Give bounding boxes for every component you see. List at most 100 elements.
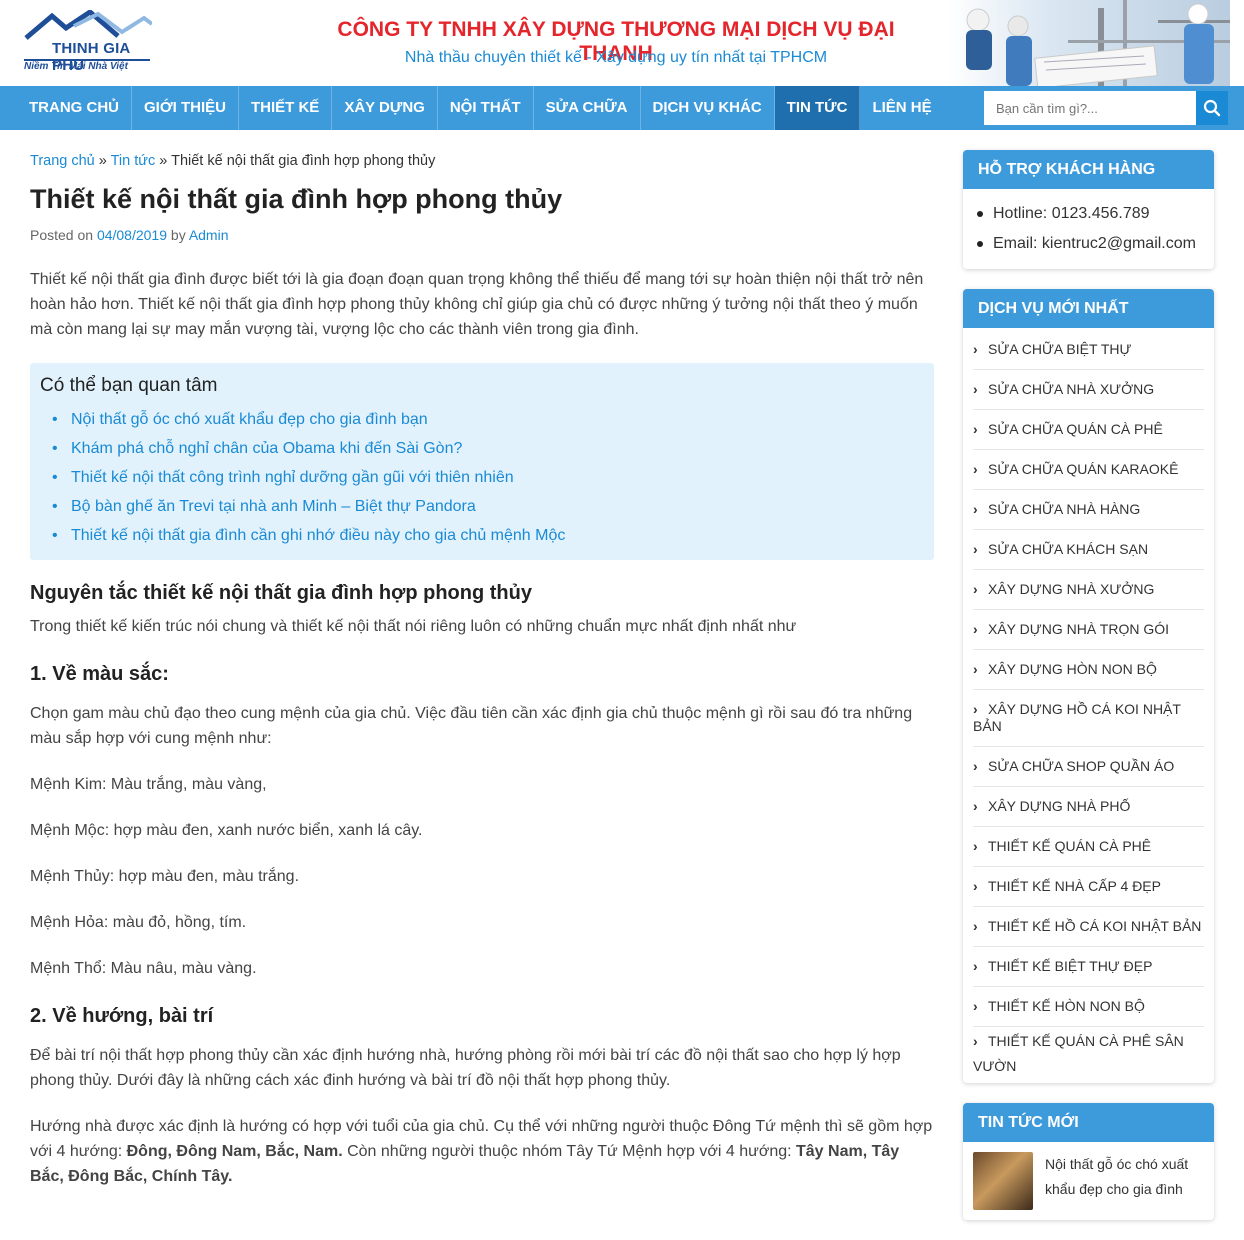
service-label: XÂY DỰNG NHÀ PHỐ: [988, 798, 1131, 814]
chevron-right-icon: ›: [973, 701, 978, 717]
service-item[interactable]: › XÂY DỰNG NHÀ TRỌN GÓI: [973, 610, 1204, 650]
services-list: › SỬA CHỮA BIỆT THỰ › SỬA CHỮA NHÀ XƯỞNG ›…: [963, 328, 1214, 1083]
service-item[interactable]: › XÂY DỰNG NHÀ PHỐ: [973, 787, 1204, 827]
service-item[interactable]: › THIẾT KẾ HÒN NON BỘ: [973, 987, 1204, 1027]
service-label: THIẾT KẾ NHÀ CẤP 4 ĐẸP: [988, 878, 1161, 894]
chevron-right-icon: ›: [973, 501, 978, 517]
chevron-right-icon: ›: [973, 998, 978, 1014]
chevron-right-icon: ›: [973, 581, 978, 597]
service-item[interactable]: › SỬA CHỮA NHÀ XƯỞNG: [973, 370, 1204, 410]
nav-item-about[interactable]: GIỚI THIỆU: [132, 86, 239, 130]
chevron-right-icon: ›: [973, 621, 978, 637]
service-label: XÂY DỰNG NHÀ TRỌN GÓI: [988, 621, 1170, 637]
intro-paragraph: Thiết kế nội thất gia đình được biết tới…: [30, 271, 924, 339]
related-post-link[interactable]: Khám phá chỗ nghỉ chân của Obama khi đến…: [52, 434, 924, 463]
support-widget-title: HỖ TRỢ KHÁCH HÀNG: [963, 150, 1214, 189]
support-widget: HỖ TRỢ KHÁCH HÀNG Hotline: 0123.456.789 …: [963, 150, 1214, 269]
meta-by: by: [167, 227, 189, 244]
service-item[interactable]: › XÂY DỰNG HỒ CÁ KOI NHẬT BẢN: [973, 690, 1204, 747]
element-earth: Mệnh Thổ: Màu nâu, màu vàng.: [30, 960, 257, 978]
section-heading: Nguyên tắc thiết kế nội thất gia đình hợ…: [30, 582, 532, 605]
chevron-right-icon: ›: [973, 1033, 978, 1049]
nav-item-construction[interactable]: XÂY DỰNG: [332, 86, 438, 130]
news-item[interactable]: Nội thất gỗ óc chó xuất khẩu đẹp cho gia…: [963, 1142, 1214, 1220]
breadcrumb: Trang chủ » Tin tức » Thiết kế nội thất …: [30, 153, 934, 169]
nav-item-other-services[interactable]: DỊCH VỤ KHÁC: [641, 86, 775, 130]
element-fire: Mệnh Hỏa: màu đỏ, hồng, tím.: [30, 914, 247, 932]
chevron-right-icon: ›: [973, 541, 978, 557]
nav-item-contact[interactable]: LIÊN HỆ: [860, 86, 943, 130]
header-banner-image: [948, 0, 1230, 86]
nav-item-repair[interactable]: SỬA CHỮA: [534, 86, 641, 130]
news-item-title[interactable]: Nội thất gỗ óc chó xuất khẩu đẹp cho gia…: [1045, 1152, 1204, 1210]
page-title: Thiết kế nội thất gia đình hợp phong thủ…: [30, 184, 563, 214]
service-label: SỬA CHỮA QUÁN CÀ PHÊ: [988, 421, 1163, 437]
sidebar: HỖ TRỢ KHÁCH HÀNG Hotline: 0123.456.789 …: [963, 150, 1214, 1240]
search-input[interactable]: [984, 91, 1196, 125]
breadcrumb-separator: »: [155, 153, 172, 169]
logo-slogan: Niềm Tin Mái Nhà Việt: [24, 61, 128, 72]
service-item[interactable]: › XÂY DỰNG HÒN NON BỘ: [973, 650, 1204, 690]
site-logo[interactable]: THINH GIA PHU Niềm Tin Mái Nhà Việt: [22, 10, 152, 74]
service-label: SỬA CHỮA SHOP QUẦN ÁO: [988, 758, 1175, 774]
service-label: THIẾT KẾ BIỆT THỰ ĐẸP: [988, 958, 1153, 974]
chevron-right-icon: ›: [973, 341, 978, 357]
service-label: SỬA CHỮA QUÁN KARAOKÊ: [988, 461, 1179, 477]
service-label: SỬA CHỮA NHÀ XƯỞNG: [988, 381, 1155, 397]
house-direction-text: Còn những người thuộc nhóm Tây Tứ Mệnh h…: [342, 1143, 796, 1161]
chevron-right-icon: ›: [973, 838, 978, 854]
element-wood: Mệnh Mộc: hợp màu đen, xanh nước biển, x…: [30, 822, 423, 840]
subsection-heading-direction: 2. Về hướng, bài trí: [30, 1005, 214, 1028]
service-item[interactable]: › SỬA CHỮA QUÁN KARAOKÊ: [973, 450, 1204, 490]
service-item[interactable]: › SỬA CHỮA BIỆT THỰ: [973, 330, 1204, 370]
service-item[interactable]: › THIẾT KẾ QUÁN CÀ PHÊ: [973, 827, 1204, 867]
service-item[interactable]: › SỬA CHỮA KHÁCH SẠN: [973, 530, 1204, 570]
breadcrumb-home[interactable]: Trang chủ: [30, 153, 95, 169]
service-label: THIẾT KẾ QUÁN CÀ PHÊ: [988, 838, 1152, 854]
breadcrumb-news[interactable]: Tin tức: [111, 153, 156, 169]
related-posts-title: Có thể bạn quan tâm: [40, 375, 218, 397]
service-item[interactable]: › SỬA CHỮA NHÀ HÀNG: [973, 490, 1204, 530]
related-post-link[interactable]: Thiết kế nội thất công trình nghỉ dưỡng …: [52, 463, 924, 492]
chevron-right-icon: ›: [973, 758, 978, 774]
meta-prefix: Posted on: [30, 227, 97, 244]
breadcrumb-current: Thiết kế nội thất gia đình hợp phong thủ…: [171, 153, 436, 169]
nav-item-home[interactable]: TRANG CHỦ: [17, 86, 132, 130]
news-thumbnail-image[interactable]: [973, 1152, 1033, 1210]
post-date-link[interactable]: 04/08/2019: [97, 227, 167, 243]
service-label: XÂY DỰNG NHÀ XƯỞNG: [988, 581, 1155, 597]
element-water: Mệnh Thủy: hợp màu đen, màu trắng.: [30, 868, 300, 886]
related-posts-list: Nội thất gỗ óc chó xuất khẩu đẹp cho gia…: [40, 405, 924, 550]
post-meta: Posted on 04/08/2019 by Admin: [30, 227, 934, 243]
nav-item-interior[interactable]: NỘI THẤT: [438, 86, 534, 130]
breadcrumb-separator: »: [94, 153, 111, 169]
service-item[interactable]: › THIẾT KẾ NHÀ CẤP 4 ĐẸP: [973, 867, 1204, 907]
service-item[interactable]: › SỬA CHỮA QUÁN CÀ PHÊ: [973, 410, 1204, 450]
news-widget: TIN TỨC MỚI Nội thất gỗ óc chó xuất khẩu…: [963, 1103, 1214, 1220]
email: Email: kientruc2@gmail.com: [977, 229, 1202, 259]
service-item[interactable]: › THIẾT KẾ HỒ CÁ KOI NHẬT BẢN: [973, 907, 1204, 947]
related-post-link[interactable]: Bộ bàn ghế ăn Trevi tại nhà anh Minh – B…: [52, 492, 924, 521]
related-post-link[interactable]: Nội thất gỗ óc chó xuất khẩu đẹp cho gia…: [52, 405, 924, 434]
construction-workers-image: [948, 0, 1230, 86]
service-label: XÂY DỰNG HÒN NON BỘ: [988, 661, 1157, 677]
colors-paragraph: Chọn gam màu chủ đạo theo cung mệnh của …: [30, 705, 913, 748]
search-box: [984, 91, 1228, 125]
service-item[interactable]: › XÂY DỰNG NHÀ XƯỞNG: [973, 570, 1204, 610]
main-navigation: TRANG CHỦ GIỚI THIỆU THIẾT KẾ XÂY DỰNG N…: [0, 86, 1244, 130]
chevron-right-icon: ›: [973, 461, 978, 477]
search-button[interactable]: [1196, 91, 1228, 125]
nav-item-design[interactable]: THIẾT KẾ: [239, 86, 333, 130]
service-label: SỬA CHỮA BIỆT THỰ: [988, 341, 1132, 357]
related-posts-box: Có thể bạn quan tâm Nội thất gỗ óc chó x…: [30, 363, 934, 561]
related-post-link[interactable]: Thiết kế nội thất gia đình cần ghi nhớ đ…: [52, 521, 924, 550]
services-widget: DỊCH VỤ MỚI NHẤT › SỬA CHỮA BIỆT THỰ › SỬA…: [963, 289, 1214, 1083]
post-author-link[interactable]: Admin: [189, 227, 229, 243]
service-item[interactable]: › THIẾT KẾ QUÁN CÀ PHÊ SÂN VƯỜN: [973, 1027, 1204, 1083]
chevron-right-icon: ›: [973, 918, 978, 934]
nav-item-news[interactable]: TIN TỨC: [774, 86, 861, 130]
chevron-right-icon: ›: [973, 798, 978, 814]
service-item[interactable]: › SỬA CHỮA SHOP QUẦN ÁO: [973, 747, 1204, 787]
house-direction-paragraph: Hướng nhà được xác định là hướng có hợp …: [30, 1114, 934, 1189]
service-item[interactable]: › THIẾT KẾ BIỆT THỰ ĐẸP: [973, 947, 1204, 987]
